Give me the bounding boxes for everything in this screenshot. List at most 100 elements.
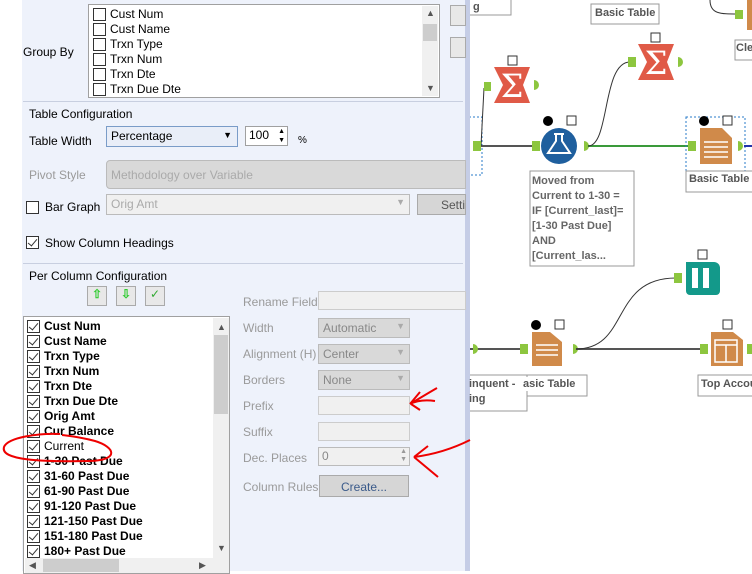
scroll-up-icon[interactable]: ▲	[217, 322, 226, 332]
checkbox[interactable]	[27, 500, 40, 513]
basic-table-tool-icon[interactable]	[700, 128, 732, 164]
width-value: Automatic	[323, 321, 377, 335]
checkbox[interactable]	[93, 23, 106, 36]
move-up-button[interactable]: ⇧	[87, 286, 107, 306]
input-anchor[interactable]	[700, 344, 708, 354]
move-down-button[interactable]: ⇩	[116, 286, 136, 306]
annotation-line: IF [Current_last]=	[532, 205, 624, 217]
top-accounts-label: Top Accou	[699, 377, 752, 391]
q-badge-icon	[543, 116, 553, 126]
alignment-select[interactable]: Center ▼	[318, 344, 410, 364]
input-anchor[interactable]	[484, 82, 491, 91]
prefix-input[interactable]	[318, 396, 410, 415]
checkbox[interactable]	[93, 68, 106, 81]
annotation-text: Moved from Current to 1-30 = IF [Current_l…	[532, 174, 634, 264]
checkbox[interactable]	[27, 335, 40, 348]
settings-button[interactable]: Setti	[417, 194, 466, 215]
item-label: Trxn Due Dte	[44, 394, 119, 408]
item-label: Cur Balance	[44, 424, 115, 438]
scroll-left-icon[interactable]: ◀	[29, 560, 36, 571]
layout-tool-icon[interactable]	[711, 332, 743, 366]
checkbox[interactable]	[27, 395, 40, 408]
basic-table-tool-icon[interactable]	[532, 332, 562, 366]
connector	[587, 61, 631, 147]
side-button-1[interactable]	[450, 5, 466, 26]
workflow-canvas[interactable]: Σ Σ	[470, 0, 752, 571]
output-anchor[interactable]	[738, 141, 743, 151]
scroll-thumb[interactable]	[423, 24, 437, 41]
output-anchor[interactable]	[473, 344, 478, 354]
item-label: Trxn Dte	[110, 67, 156, 81]
checkbox[interactable]	[27, 515, 40, 528]
item-label: Trxn Due Dte	[110, 82, 181, 96]
input-anchor[interactable]	[674, 273, 682, 283]
create-rules-button[interactable]: Create...	[319, 475, 409, 497]
scroll-thumb[interactable]	[43, 559, 119, 572]
scroll-down-icon[interactable]: ▼	[217, 543, 226, 553]
pivot-style-select[interactable]: Methodology over Variable	[106, 160, 466, 189]
input-anchor[interactable]	[520, 344, 528, 354]
checkbox[interactable]	[93, 38, 106, 51]
item-label: Trxn Num	[44, 364, 100, 378]
side-button-2[interactable]	[450, 37, 466, 58]
checkbox[interactable]	[27, 545, 40, 558]
lightning-icon	[566, 115, 577, 126]
table-width-select[interactable]: Percentage ▼	[106, 126, 238, 147]
input-anchor[interactable]	[735, 10, 743, 19]
suffix-input[interactable]	[318, 422, 410, 441]
vertical-scrollbar[interactable]: ▲ ▼	[213, 318, 229, 558]
scroll-thumb[interactable]	[214, 335, 228, 414]
checkbox[interactable]	[27, 365, 40, 378]
per-column-title: Per Column Configuration	[29, 269, 168, 283]
chevron-down-icon: ▼	[396, 321, 405, 331]
output-anchor[interactable]	[678, 57, 683, 67]
spin-arrows-icon[interactable]: ▲ ▼	[400, 448, 407, 464]
suffix-label: Suffix	[243, 425, 273, 439]
checkbox[interactable]	[27, 380, 40, 393]
output-anchor[interactable]	[473, 141, 481, 151]
basic-table-label-top: Basic Table	[592, 6, 659, 20]
bar-graph-field-select[interactable]: Orig Amt ▼	[106, 194, 410, 215]
scroll-down-icon[interactable]: ▼	[426, 83, 435, 93]
input-anchor[interactable]	[532, 141, 540, 151]
column-rules-label: Column Rules	[243, 480, 319, 494]
scrollbar[interactable]: ▲ ▼	[422, 6, 438, 96]
item-label: Trxn Num	[110, 52, 163, 66]
checkbox[interactable]	[27, 530, 40, 543]
width-select[interactable]: Automatic ▼	[318, 318, 410, 338]
checkbox[interactable]	[27, 455, 40, 468]
group-by-list[interactable]: ▲ ▼ Cust Num Cust Name Trxn Type Trxn Num Tr…	[88, 4, 440, 98]
borders-select[interactable]: None ▼	[318, 370, 410, 390]
column-list[interactable]: ▲ ▼ ◀ ▶ Cust Num Cust Name Trxn Type Trxn N…	[23, 316, 230, 574]
alignment-value: Center	[323, 347, 360, 361]
checkbox[interactable]	[27, 410, 40, 423]
output-anchor[interactable]	[534, 80, 539, 90]
show-headings-checkbox[interactable]	[26, 236, 39, 249]
checkbox[interactable]	[93, 53, 106, 66]
rename-field-input[interactable]	[318, 291, 466, 310]
scroll-right-icon[interactable]: ▶	[199, 560, 206, 571]
checkbox[interactable]	[93, 8, 106, 21]
table-width-label: Table Width	[29, 134, 92, 148]
lightning-icon	[554, 319, 565, 330]
input-anchor[interactable]	[628, 57, 636, 67]
item-label: Current	[44, 439, 85, 453]
input-anchor[interactable]	[688, 141, 696, 151]
output-anchor[interactable]	[747, 344, 752, 354]
table-width-spinner[interactable]: 100 ▲ ▼	[245, 126, 288, 146]
checkbox[interactable]	[27, 425, 40, 438]
checkbox[interactable]	[27, 470, 40, 483]
scroll-up-icon[interactable]: ▲	[426, 8, 435, 18]
checkbox[interactable]	[27, 440, 40, 453]
checkbox[interactable]	[27, 350, 40, 363]
delinquent-line2: ing	[469, 393, 486, 405]
spin-arrows-icon[interactable]: ▲ ▼	[278, 127, 285, 145]
dec-places-spinner[interactable]: 0 ▲ ▼	[318, 447, 410, 466]
checkbox[interactable]	[27, 485, 40, 498]
item-label: Cust Name	[44, 334, 107, 348]
checkbox[interactable]	[93, 83, 106, 96]
select-all-button[interactable]: ✓	[145, 286, 165, 306]
checkbox[interactable]	[27, 320, 40, 333]
lightning-icon	[650, 32, 661, 43]
bar-graph-checkbox[interactable]	[26, 201, 39, 214]
